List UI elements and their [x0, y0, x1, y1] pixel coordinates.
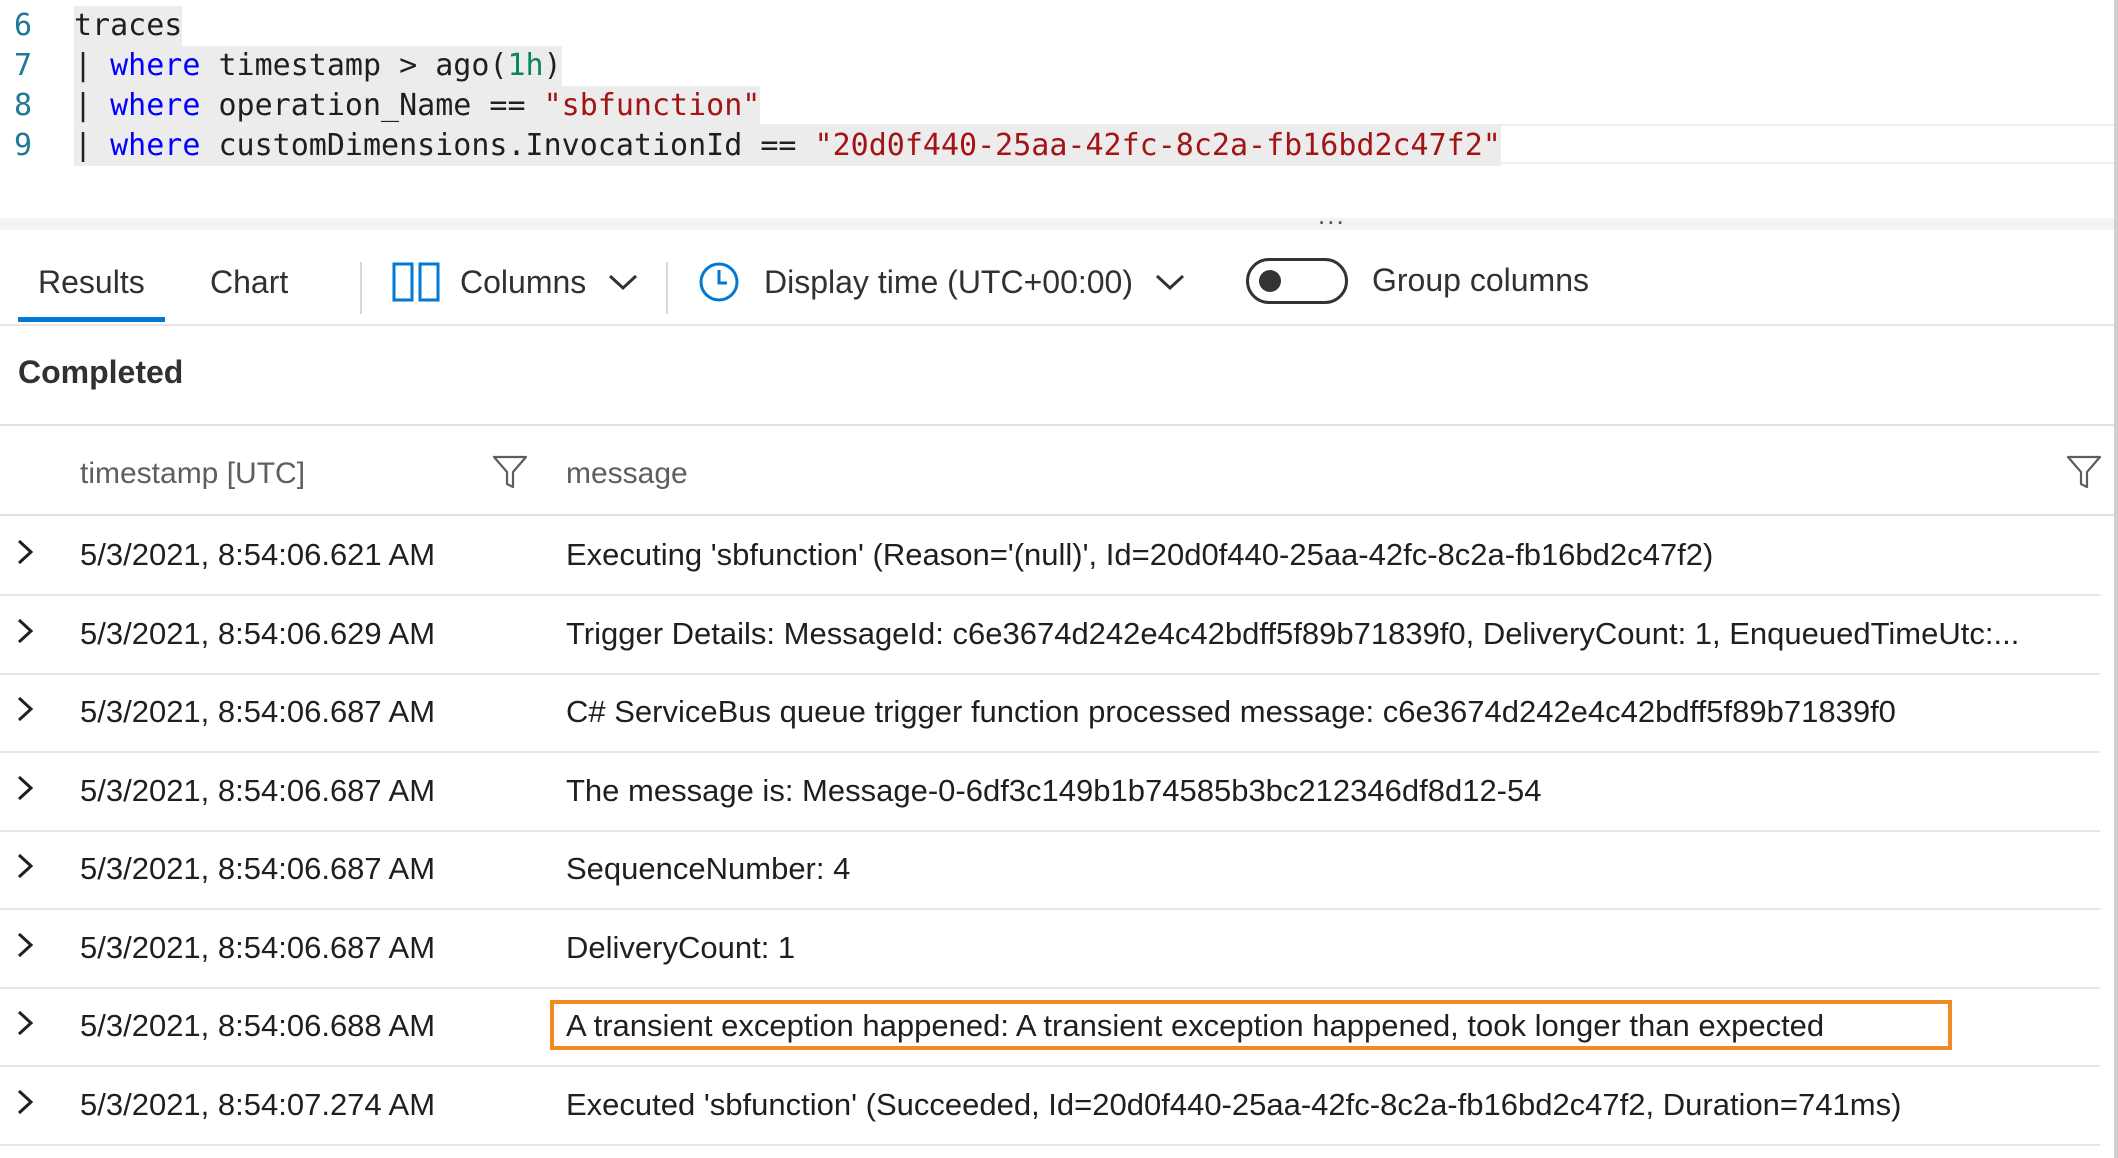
tab-chart[interactable]: Chart [210, 240, 288, 324]
expand-chevron-icon[interactable] [14, 774, 36, 807]
code-line[interactable]: 7 | where timestamp > ago(1h) [0, 46, 2110, 86]
group-columns-label: Group columns [1372, 261, 1589, 298]
pane-border [2114, 0, 2118, 1158]
table-row[interactable]: 5/3/2021, 8:54:06.687 AM The message is: … [0, 752, 2100, 832]
filter-icon[interactable] [2066, 454, 2102, 495]
display-time-dropdown[interactable]: Display time (UTC+00:00) [698, 240, 1185, 324]
toolbar-divider [666, 262, 668, 314]
code-token: where [110, 88, 201, 123]
cell-timestamp: 5/3/2021, 8:54:07.274 AM [80, 1086, 436, 1122]
expand-chevron-icon[interactable] [14, 1088, 36, 1121]
code-token: | [74, 48, 111, 83]
cell-timestamp: 5/3/2021, 8:54:06.688 AM [80, 1008, 436, 1043]
expand-chevron-icon[interactable] [14, 695, 36, 728]
code-token: "sbfunction" [543, 88, 761, 123]
cell-message: DeliveryCount: 1 [566, 929, 796, 965]
chevron-down-icon [1155, 273, 1185, 291]
cell-message: Executing 'sbfunction' (Reason='(null)',… [566, 537, 1714, 572]
cell-message: C# ServiceBus queue trigger function pro… [566, 694, 1896, 729]
code-token: where [110, 48, 201, 83]
chevron-down-icon [608, 273, 638, 291]
columns-icon [392, 262, 440, 302]
cell-timestamp: 5/3/2021, 8:54:06.687 AM [80, 772, 436, 808]
line-number: 7 [14, 48, 33, 83]
splitter-handle[interactable]: ... [1318, 200, 1346, 231]
cell-timestamp: 5/3/2021, 8:54:06.687 AM [80, 851, 436, 886]
cell-message: Executed 'sbfunction' (Succeeded, Id=20d… [566, 1086, 1902, 1122]
cell-timestamp: 5/3/2021, 8:54:06.621 AM [80, 537, 436, 572]
display-time-label: Display time (UTC+00:00) [764, 263, 1133, 300]
line-number: 8 [14, 88, 33, 123]
code-token: ) [543, 48, 562, 83]
expand-chevron-icon[interactable] [14, 1009, 36, 1042]
table-row[interactable]: 5/3/2021, 8:54:06.687 AM C# ServiceBus qu… [0, 673, 2100, 753]
cell-timestamp: 5/3/2021, 8:54:06.629 AM [80, 615, 436, 651]
columns-label: Columns [460, 263, 587, 300]
cell-message: The message is: Message-0-6df3c149b1b745… [566, 772, 1542, 808]
code-text: | where timestamp > ago(1h) [74, 46, 562, 86]
toolbar-divider [360, 262, 362, 314]
line-number: 9 [14, 128, 33, 163]
query-editor[interactable]: 6 traces 7 | where timestamp > ago(1h) 8 | wh… [0, 0, 2118, 220]
table-row[interactable]: 5/3/2021, 8:54:06.687 AM DeliveryCount: 1 [0, 909, 2100, 989]
editor-splitter[interactable] [0, 218, 2118, 230]
expand-chevron-icon[interactable] [14, 931, 36, 964]
column-header-message[interactable]: message [566, 444, 688, 504]
table-row[interactable]: 5/3/2021, 8:54:07.274 AM Executed 'sbfunc… [0, 1066, 2100, 1146]
cell-timestamp: 5/3/2021, 8:54:06.687 AM [80, 694, 436, 729]
clock-icon [698, 261, 740, 303]
code-token: 1h [507, 48, 544, 83]
code-line[interactable]: 8 | where operation_Name == "sbfunction" [0, 86, 2110, 126]
code-text: traces [74, 6, 183, 46]
table-row[interactable]: 5/3/2021, 8:54:06.629 AM Trigger Details:… [0, 595, 2100, 675]
table-row[interactable]: 5/3/2021, 8:54:06.687 AM SequenceNumber: … [0, 830, 2100, 910]
code-token: timestamp > ago( [200, 48, 508, 83]
group-columns-toggle[interactable] [1246, 258, 1348, 304]
query-status: Completed [18, 354, 184, 390]
tab-results[interactable]: Results [18, 240, 165, 324]
table-row[interactable]: 5/3/2021, 8:54:06.621 AM Executing 'sbfun… [0, 516, 2100, 596]
cell-message: SequenceNumber: 4 [566, 851, 851, 886]
expand-chevron-icon[interactable] [14, 538, 36, 571]
current-line-highlight [74, 124, 2118, 164]
code-line[interactable]: 6 traces [0, 6, 2110, 46]
code-text: | where operation_Name == "sbfunction" [74, 86, 761, 126]
highlight-annotation [550, 1000, 1952, 1050]
toggle-knob [1259, 270, 1281, 292]
columns-button[interactable]: Columns [392, 240, 638, 324]
cell-timestamp: 5/3/2021, 8:54:06.687 AM [80, 929, 436, 965]
code-token: traces [74, 8, 183, 43]
code-token: | [74, 88, 111, 123]
column-header-timestamp[interactable]: timestamp [UTC] [80, 444, 305, 504]
expand-chevron-icon[interactable] [14, 852, 36, 885]
divider [0, 424, 2118, 426]
cell-message: Trigger Details: MessageId: c6e3674d242e… [566, 615, 2020, 651]
line-number: 6 [14, 8, 33, 43]
code-token: operation_Name == [200, 88, 544, 123]
expand-chevron-icon[interactable] [14, 617, 36, 650]
filter-icon[interactable] [492, 454, 528, 495]
results-toolbar: Results Chart Columns Display time (UTC+… [0, 240, 2118, 326]
